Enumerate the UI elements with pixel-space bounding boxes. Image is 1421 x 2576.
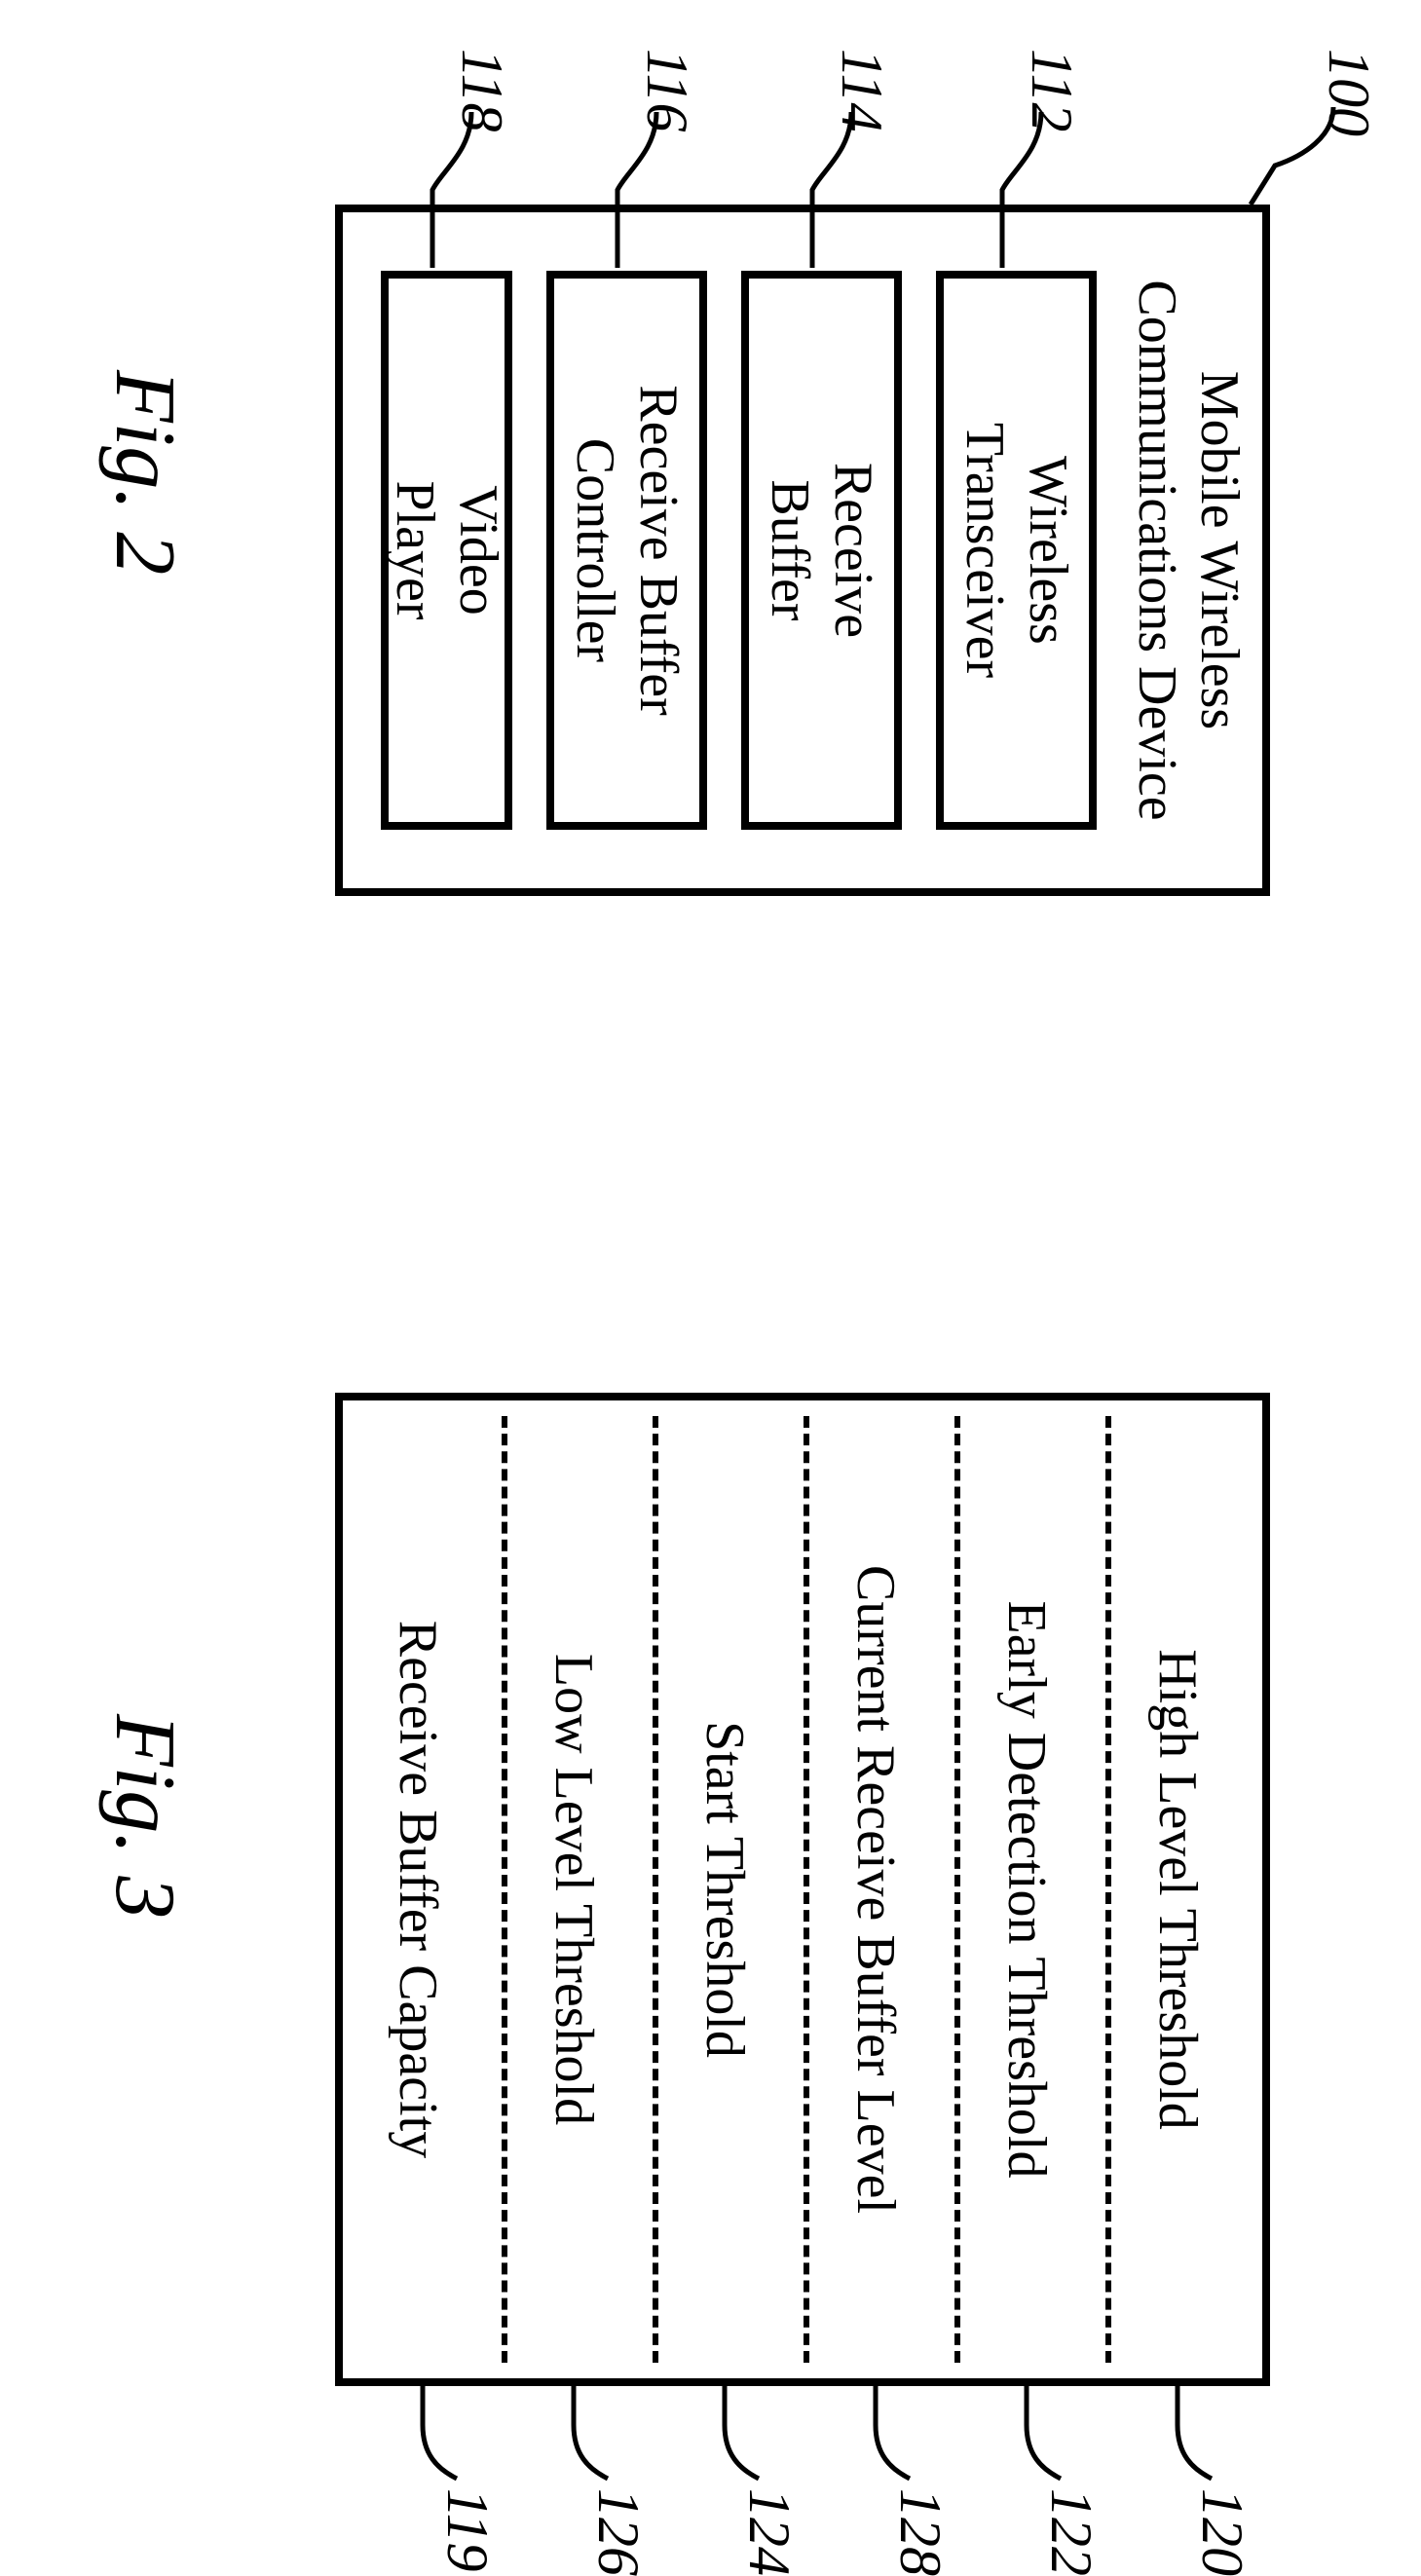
block-1-l1: Receive xyxy=(823,463,883,638)
ref-112: 112 xyxy=(1018,49,1085,132)
fig3-caption: Fig. 3 xyxy=(95,1714,194,1919)
dash-3 xyxy=(653,1416,658,2363)
ref-100: 100 xyxy=(1315,49,1382,136)
block-wireless-transceiver: WirelessTransceiver xyxy=(936,271,1097,830)
ref-120: 120 xyxy=(1188,2488,1255,2576)
block-0-l2: Transceiver xyxy=(955,423,1016,678)
fig2-caption: Fig. 2 xyxy=(95,370,194,575)
block-3-l2: Player xyxy=(386,480,446,619)
fig2-device-box: Mobile Wireless Communications Device Wi… xyxy=(335,205,1270,896)
ref-119: 119 xyxy=(433,2488,501,2572)
leader-120 xyxy=(1168,2386,1216,2503)
block-2-l2: Controller xyxy=(566,438,626,662)
dash-1 xyxy=(954,1416,960,2363)
block-video-player: VideoPlayer xyxy=(381,271,512,830)
fig2-title-line2: Communications Device xyxy=(1127,280,1187,820)
block-receive-buffer: ReceiveBuffer xyxy=(741,271,902,830)
row-capacity: Receive Buffer Capacity xyxy=(387,1400,449,2378)
row-start-thresh: Start Threshold xyxy=(693,1400,756,2378)
leader-112 xyxy=(992,112,1051,268)
dash-2 xyxy=(804,1416,809,2363)
row-early-detect: Early Detection Threshold xyxy=(995,1400,1058,2378)
leader-124 xyxy=(715,2386,764,2503)
fig2-title: Mobile Wireless Communications Device xyxy=(1125,212,1251,888)
leader-116 xyxy=(608,112,666,268)
leader-114 xyxy=(803,112,861,268)
ref-126: 126 xyxy=(584,2488,652,2576)
dash-0 xyxy=(1105,1416,1111,2363)
leader-122 xyxy=(1017,2386,1066,2503)
ref-114: 114 xyxy=(828,49,895,132)
block-receive-buffer-controller: Receive BufferController xyxy=(546,271,707,830)
leader-126 xyxy=(564,2386,613,2503)
leader-119 xyxy=(413,2386,462,2503)
row-high-level: High Level Threshold xyxy=(1146,1400,1209,2378)
ref-124: 124 xyxy=(735,2488,803,2576)
ref-118: 118 xyxy=(448,49,515,132)
row-low-level: Low Level Threshold xyxy=(542,1400,605,2378)
block-0-l1: Wireless xyxy=(1018,456,1078,645)
ref-116: 116 xyxy=(633,49,700,132)
block-1-l2: Buffer xyxy=(761,479,821,620)
block-3-l1: Video xyxy=(448,485,508,616)
fig3-buffer-box: High Level Threshold Early Detection Thr… xyxy=(335,1393,1270,2386)
fig2-title-line1: Mobile Wireless xyxy=(1189,371,1250,729)
dash-4 xyxy=(502,1416,507,2363)
row-current-level: Current Receive Buffer Level xyxy=(844,1400,907,2378)
leader-128 xyxy=(866,2386,915,2503)
leader-118 xyxy=(423,112,481,268)
ref-128: 128 xyxy=(886,2488,954,2576)
ref-122: 122 xyxy=(1037,2488,1104,2576)
block-2-l1: Receive Buffer xyxy=(628,385,689,715)
